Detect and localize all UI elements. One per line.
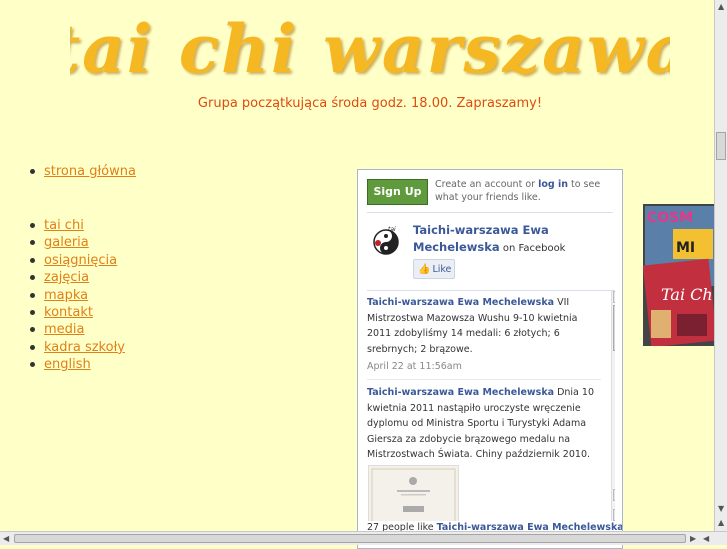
site-logo: tai chi warszawa: [70, 10, 670, 88]
fb-create-account-text: Create an account or log in to see what …: [435, 178, 618, 204]
fb-post-author[interactable]: Taichi-warszawa Ewa Mechelewska: [367, 297, 554, 308]
fb-post-date[interactable]: April 22 at 11:56am: [367, 359, 597, 375]
scroll-down-icon[interactable]: ▼: [718, 504, 724, 513]
nav-link-english[interactable]: english: [44, 357, 91, 372]
nav-item: osiągnięcia: [30, 252, 125, 269]
fb-like-button[interactable]: 👍 Like: [413, 259, 455, 279]
nav-link-media[interactable]: media: [44, 322, 85, 337]
nav-link-tai-chi[interactable]: tai chi: [44, 218, 84, 233]
scroll-up-icon[interactable]: ▲: [718, 2, 724, 11]
nav-link-osiagniecia[interactable]: osiągnięcia: [44, 253, 117, 268]
fb-login-link[interactable]: log in: [538, 179, 568, 190]
nav-link-galeria[interactable]: galeria: [44, 235, 89, 250]
nav-item: zajęcia: [30, 269, 125, 286]
thumbs-up-icon: 👍: [418, 264, 431, 275]
nav-item: media: [30, 321, 125, 338]
scroll-right-icon[interactable]: ▶: [690, 534, 696, 543]
nav-home-list: strona główna: [30, 163, 136, 180]
nav-item: kontakt: [30, 304, 125, 321]
page-horizontal-scroll-thumb[interactable]: [14, 534, 686, 543]
nav-link-home[interactable]: strona główna: [44, 164, 136, 179]
scroll-up-icon[interactable]: ▲: [718, 518, 724, 527]
scroll-left-icon[interactable]: ◀: [3, 534, 9, 543]
nav-item-home: strona główna: [30, 163, 136, 180]
page-horizontal-scrollbar[interactable]: ◀ ▶ ◀: [0, 531, 727, 545]
nav-item: tai chi: [30, 217, 125, 234]
logo-text: tai chi warszawa: [70, 10, 670, 88]
magazine-covers-image[interactable]: COSM MI Tai Ch: [643, 204, 717, 346]
nav-item: galeria: [30, 234, 125, 251]
nav-item: english: [30, 356, 125, 373]
page-vertical-scrollbar[interactable]: ▲ ▼ ▲: [714, 0, 727, 531]
fb-post: Taichi-warszawa Ewa Mechelewska VII Mist…: [367, 295, 597, 375]
fb-stream[interactable]: Taichi-warszawa Ewa Mechelewska VII Mist…: [367, 290, 615, 541]
fb-divider: [367, 212, 613, 213]
nav-link-mapka[interactable]: mapka: [44, 288, 88, 303]
nav-main-list: tai chi galeria osiągnięcia zajęcia mapk…: [30, 217, 125, 374]
fb-on-facebook: on Facebook: [499, 243, 566, 254]
facebook-like-box: Sign Up Create an account or log in to s…: [357, 169, 623, 549]
fb-create-text-before: Create an account or: [435, 179, 539, 190]
fb-stream-scroll-thumb[interactable]: [613, 305, 615, 351]
nav-link-kontakt[interactable]: kontakt: [44, 305, 93, 320]
fb-post-author[interactable]: Taichi-warszawa Ewa Mechelewska: [367, 387, 554, 398]
scroll-up-icon[interactable]: ▲: [613, 509, 615, 521]
scroll-down-icon[interactable]: ▼: [613, 489, 615, 501]
fb-like-label: Like: [432, 264, 452, 275]
announcement-tagline: Grupa początkująca środa godz. 18.00. Za…: [197, 96, 543, 111]
scroll-up-icon[interactable]: ▲: [613, 291, 615, 303]
svg-text:COSM: COSM: [647, 210, 693, 226]
fb-page-avatar[interactable]: tai: [368, 223, 404, 259]
nav-item: kadra szkoły: [30, 339, 125, 356]
nav-link-kadra[interactable]: kadra szkoły: [44, 340, 125, 355]
fb-stream-scrollbar[interactable]: ▲ ▼ ▲: [611, 291, 615, 541]
fb-signup-button[interactable]: Sign Up: [367, 179, 428, 205]
scroll-left-icon[interactable]: ◀: [703, 534, 709, 543]
fb-post-image[interactable]: [368, 465, 459, 527]
fb-post: Taichi-warszawa Ewa Mechelewska Dnia 10 …: [367, 385, 597, 463]
nav-item: mapka: [30, 287, 125, 304]
nav-link-zajecia[interactable]: zajęcia: [44, 270, 89, 285]
page-vertical-scroll-thumb[interactable]: [716, 132, 726, 160]
svg-text:Tai Ch: Tai Ch: [661, 285, 713, 304]
svg-text:tai: tai: [388, 226, 396, 233]
fb-page-title: Taichi-warszawa Ewa Mechelewska on Faceb…: [413, 222, 613, 257]
svg-text:MI: MI: [676, 240, 695, 256]
fb-post-divider: [367, 379, 601, 380]
